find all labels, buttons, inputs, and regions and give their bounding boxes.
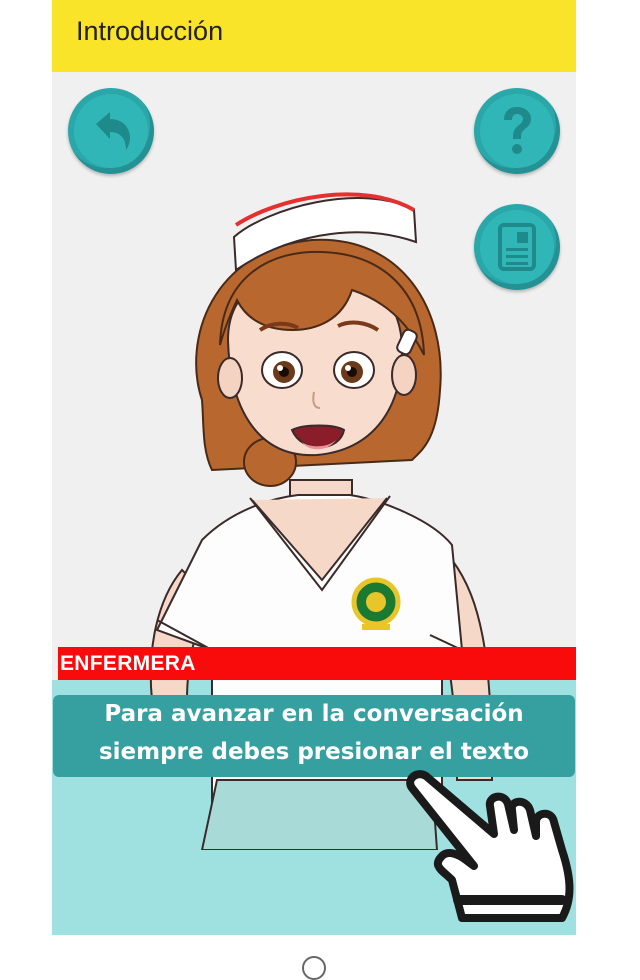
- back-arrow-icon: [96, 112, 130, 150]
- pointing-hand-icon: [406, 770, 574, 922]
- speaker-name: ENFERMERA: [60, 652, 196, 675]
- dialog-text-box[interactable]: Para avanzar en la conversación siempre …: [53, 695, 575, 777]
- help-button[interactable]: [474, 88, 560, 174]
- top-bar: Introducción: [52, 0, 576, 72]
- page-title: Introducción: [76, 16, 224, 46]
- back-button[interactable]: [68, 88, 154, 174]
- dialog-line-2: siempre debes presionar el texto: [98, 739, 530, 765]
- dialog-line-1: Para avanzar en la conversación: [104, 701, 524, 727]
- question-icon: [504, 107, 531, 154]
- speaker-name-bar: ENFERMERA: [58, 647, 576, 680]
- system-nav-bar: [0, 936, 640, 960]
